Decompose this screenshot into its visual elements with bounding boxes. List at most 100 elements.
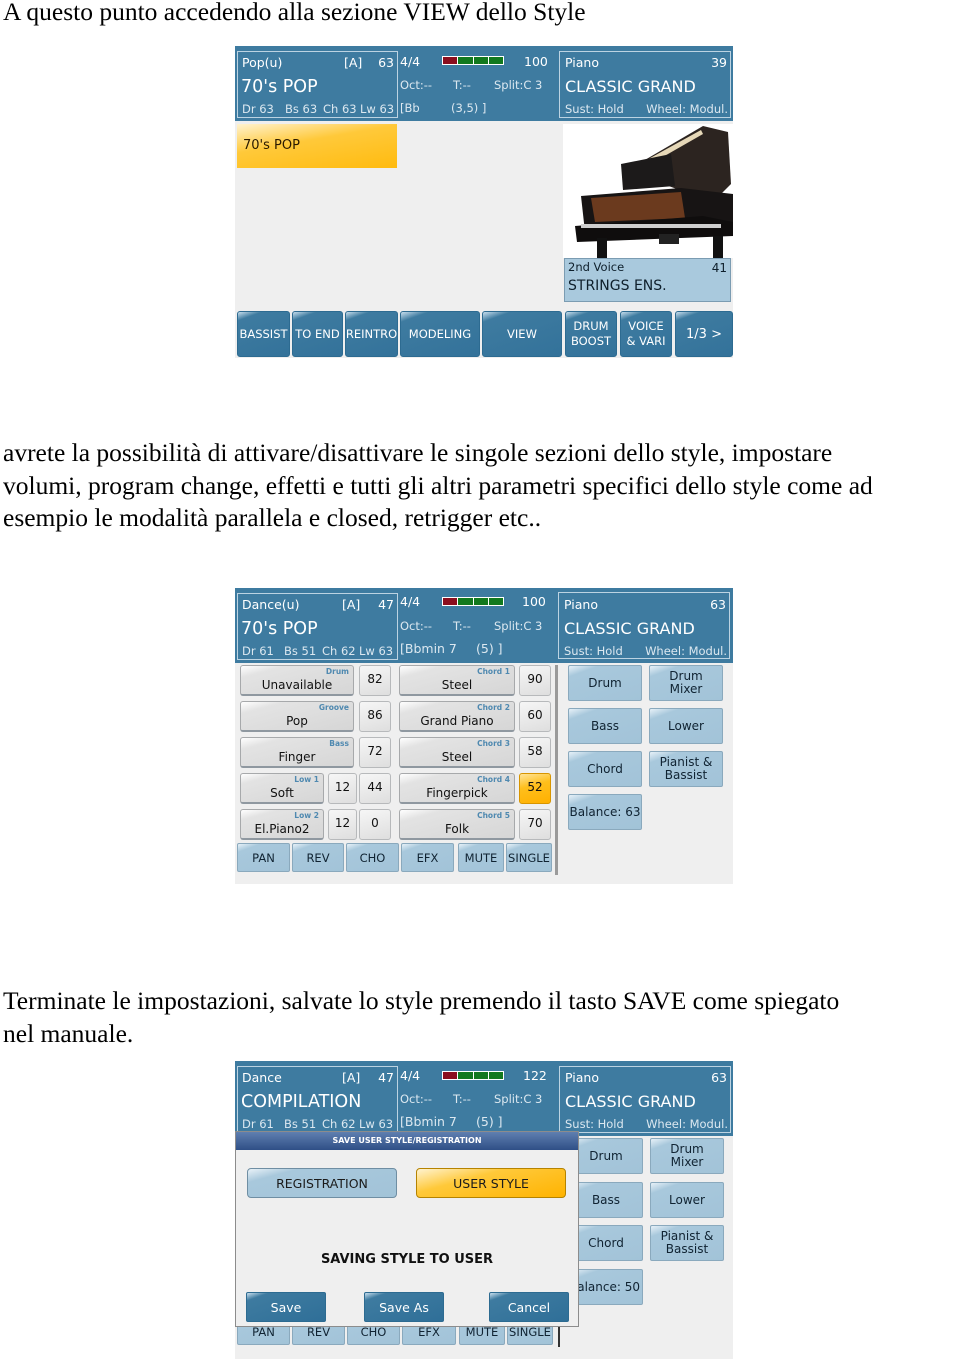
track-drum-volume[interactable]: 82 (359, 665, 391, 696)
grand-piano-image (563, 124, 733, 258)
track-groove-volume[interactable]: 86 (359, 701, 391, 732)
tempo: 122 (523, 1068, 547, 1083)
chord-inversion: (3,5) ] (451, 101, 487, 115)
track-chord4-button[interactable]: Chord 4 Fingerpick (399, 773, 515, 804)
track-name: Steel (441, 750, 473, 764)
modeling-button[interactable]: MODELING (400, 311, 480, 357)
style-name: 70's POP (241, 619, 318, 639)
lower-button[interactable]: Lower (649, 708, 723, 744)
track-tag: Low 2 (294, 811, 319, 820)
track-low2-octave[interactable]: 12 (328, 809, 357, 840)
track-chord1-button[interactable]: Chord 1 Steel (399, 665, 515, 696)
chord-button[interactable]: Chord (569, 1225, 643, 1261)
chord-volume: Ch 63 (323, 102, 357, 116)
style-info-box[interactable]: Pop(u) [A] 63 70's POP Dr 63 Bs 63 Ch 63… (237, 51, 398, 118)
drum-button[interactable]: Drum (569, 1138, 643, 1174)
track-tag: Groove (318, 703, 349, 712)
sustain-mode: Sust: Hold (564, 644, 623, 658)
bass-button[interactable]: Bass (569, 1182, 643, 1218)
bassist-button[interactable]: BASSIST (237, 311, 290, 357)
chord-volume: Ch 62 (322, 644, 356, 658)
track-chord4-volume-selected[interactable]: 52 (519, 773, 551, 804)
dialog-message: SAVING STYLE TO USER (320, 1252, 494, 1267)
description-line: volumi, program change, effetti e tutti … (3, 470, 873, 500)
voice-vari-button[interactable]: VOICE & VARI (620, 311, 672, 357)
drum-mixer-button[interactable]: Drum Mixer (650, 1138, 724, 1174)
drum-boost-button[interactable]: DRUM BOOST (565, 311, 617, 357)
user-style-option-button[interactable]: USER STYLE (416, 1168, 566, 1198)
track-low2-button[interactable]: Low 2 El.Piano2 (240, 809, 324, 840)
track-chord2-volume[interactable]: 60 (519, 701, 551, 732)
voice-category: Piano (565, 1070, 599, 1085)
lower-volume: Lw 63 (359, 644, 394, 658)
beat-meter (442, 1071, 504, 1080)
track-low1-volume[interactable]: 44 (359, 773, 391, 804)
voice-name: CLASSIC GRAND (564, 619, 695, 638)
track-groove-button[interactable]: Groove Pop (240, 701, 354, 732)
voice-info-box[interactable]: Piano 63 CLASSIC GRAND Sust: Hold Wheel:… (558, 592, 730, 659)
selected-style-chip[interactable]: 70's POP (237, 124, 397, 168)
track-chord2-button[interactable]: Chord 2 Grand Piano (399, 701, 515, 732)
reintro-button[interactable]: REINTRO (345, 311, 398, 357)
track-tag: Low 1 (294, 775, 319, 784)
tab-mute[interactable]: MUTE (458, 843, 504, 872)
balance-button[interactable]: alance: 50 (569, 1269, 643, 1305)
track-name: Unavailable (261, 678, 333, 692)
cancel-button[interactable]: Cancel (489, 1292, 569, 1322)
voice-info-box[interactable]: Piano 39 CLASSIC GRAND Sust: Hold Wheel:… (559, 51, 731, 118)
drum-mixer-button[interactable]: Drum Mixer (649, 665, 723, 701)
track-low1-octave[interactable]: 12 (328, 773, 357, 804)
split-point: Split:C 3 (494, 619, 543, 633)
track-bass-volume[interactable]: 72 (359, 737, 391, 768)
pianist-bassist-button[interactable]: Pianist & Bassist (649, 751, 723, 787)
chord-name: [Bb (400, 101, 420, 115)
bass-volume: Bs 51 (284, 644, 317, 658)
octave: Oct:-- (400, 1092, 433, 1106)
track-bass-button[interactable]: Bass Finger (240, 737, 354, 768)
style-info-box[interactable]: Dance [A] 47 COMPILATION Dr 61 Bs 51 Ch … (237, 1066, 398, 1133)
bass-volume: Bs 63 (285, 102, 318, 116)
track-chord3-volume[interactable]: 58 (519, 737, 551, 768)
track-drum-button[interactable]: Drum Unavailable (240, 665, 354, 696)
bass-button[interactable]: Bass (568, 708, 642, 744)
save-button[interactable]: Save (246, 1292, 326, 1322)
tab-single[interactable]: SINGLE (506, 843, 552, 872)
save-as-button[interactable]: Save As (364, 1292, 444, 1322)
sustain-mode: Sust: Hold (565, 102, 624, 116)
style-number: 47 (378, 1070, 394, 1085)
beat-meter (442, 56, 504, 65)
track-low2-volume[interactable]: 0 (359, 809, 391, 840)
track-chord1-volume[interactable]: 90 (519, 665, 551, 696)
tab-pan[interactable]: PAN (237, 843, 290, 872)
transpose: T:-- (453, 78, 471, 92)
grand-piano-icon (575, 126, 733, 258)
view-button[interactable]: VIEW (482, 311, 562, 357)
split-point: Split:C 3 (494, 1092, 543, 1106)
second-voice-name: STRINGS ENS. (568, 278, 667, 294)
balance-button[interactable]: Balance: 63 (568, 794, 642, 830)
track-name: Folk (444, 822, 470, 836)
track-chord5-button[interactable]: Chord 5 Folk (399, 809, 515, 840)
lower-button[interactable]: Lower (650, 1182, 724, 1218)
page-next-button[interactable]: 1/3 > (675, 311, 733, 357)
drum-volume: Dr 61 (242, 1117, 274, 1131)
track-name: Finger (278, 750, 316, 764)
tab-efx[interactable]: EFX (401, 843, 454, 872)
second-voice-box[interactable]: 2nd Voice 41 STRINGS ENS. (564, 258, 731, 302)
dialog-title: SAVE USER STYLE/REGISTRATION (236, 1132, 578, 1150)
registration-option-button[interactable]: REGISTRATION (247, 1168, 397, 1198)
voice-name: CLASSIC GRAND (565, 1092, 696, 1111)
tab-cho[interactable]: CHO (346, 843, 399, 872)
drum-button[interactable]: Drum (568, 665, 642, 701)
pianist-bassist-button[interactable]: Pianist & Bassist (650, 1225, 724, 1261)
track-chord5-volume[interactable]: 70 (519, 809, 551, 840)
beat-3 (473, 57, 488, 64)
chord-button[interactable]: Chord (568, 751, 642, 787)
beat-meter (442, 597, 504, 606)
track-chord3-button[interactable]: Chord 3 Steel (399, 737, 515, 768)
style-info-box[interactable]: Dance(u) [A] 47 70's POP Dr 61 Bs 51 Ch … (237, 593, 398, 660)
to-end-button[interactable]: TO END (292, 311, 343, 357)
voice-info-box[interactable]: Piano 63 CLASSIC GRAND Sust: Hold Wheel:… (559, 1066, 731, 1133)
track-low1-button[interactable]: Low 1 Soft (240, 773, 324, 804)
tab-rev[interactable]: REV (292, 843, 344, 872)
